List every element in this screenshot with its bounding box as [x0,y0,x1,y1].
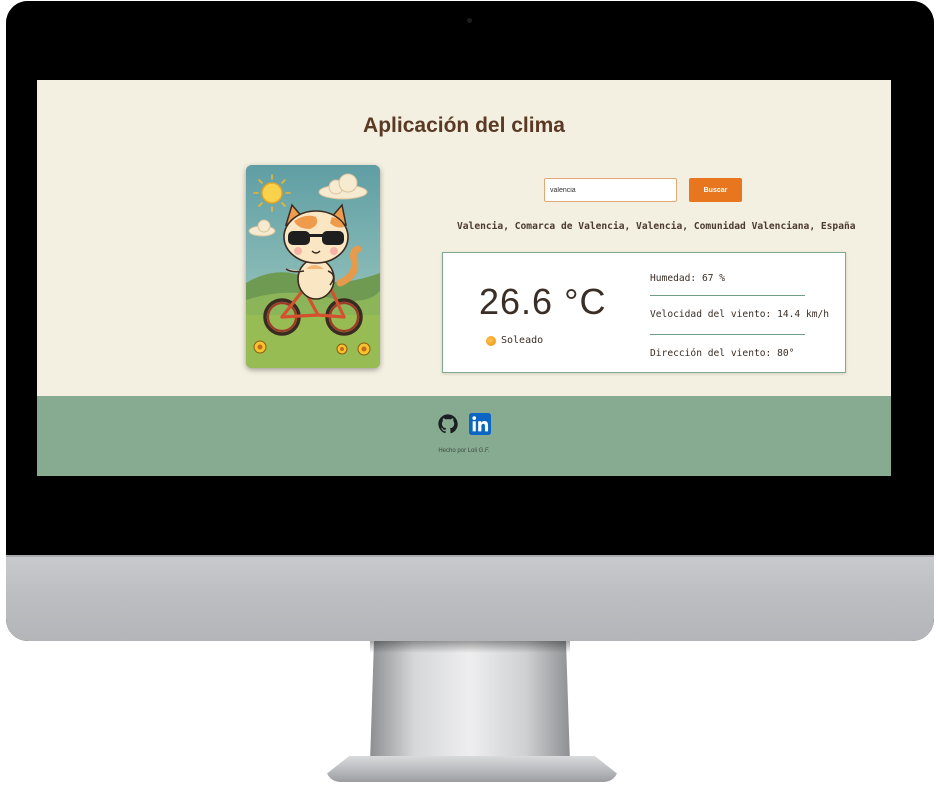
wind-direction: Dirección del viento: 80° [650,348,795,359]
monitor-stand [370,641,570,763]
social-links [37,413,891,435]
wind-speed: Velocidad del viento: 14.4 km/h [650,309,830,320]
condition-label: Soleado [501,335,544,346]
weather-condition: Soleado [486,335,543,346]
web-page: Aplicación del clima valencia Buscar Val… [37,80,891,476]
footer-credit: Hecho por Loli G.F. [438,448,490,454]
github-link[interactable] [437,413,459,435]
github-icon [438,414,458,434]
page-title: Aplicación del clima [363,114,565,137]
temperature: 26.6 °C [479,281,607,322]
humidity: Humedad: 67 % [650,273,726,284]
search-button[interactable]: Buscar [689,178,742,202]
monitor-stand-base [326,756,618,782]
camera [467,18,472,23]
linkedin-link[interactable] [469,413,491,435]
search-bar: Buscar [37,178,891,204]
monitor-chin [6,555,934,641]
divider [650,334,805,335]
sun-icon [486,335,496,346]
weather-details: Humedad: 67 % Velocidad del viento: 14.4… [650,267,830,369]
weather-card: 26.6 °C Soleado Humedad: 67 % Velocidad … [442,252,846,373]
linkedin-icon [469,413,491,435]
search-input[interactable] [544,178,677,202]
location-name: Valencia, Comarca de Valencia, Valencia,… [457,221,856,232]
divider [650,295,805,296]
footer: Hecho por Loli G.F. [37,396,891,476]
stand-shadow [370,641,570,653]
